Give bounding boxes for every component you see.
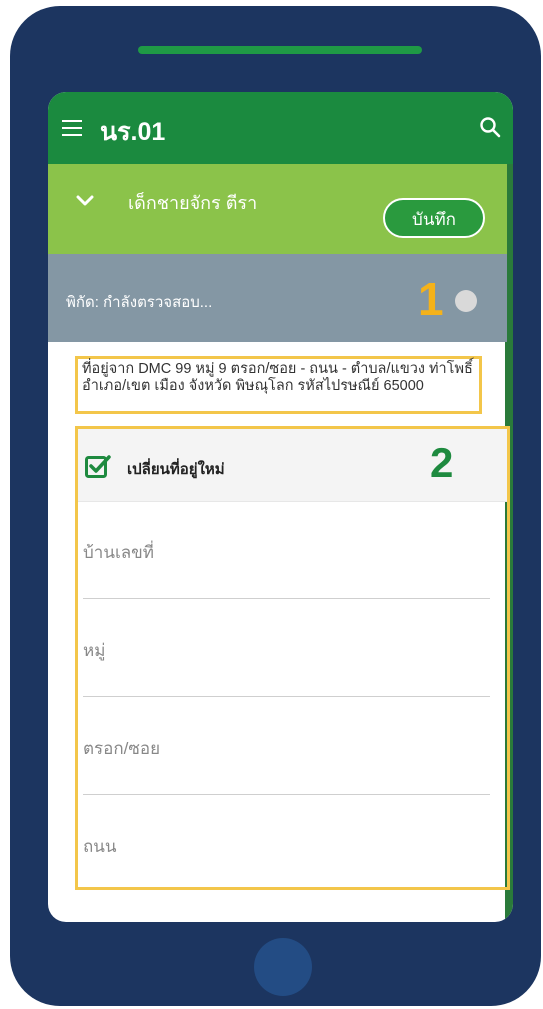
save-button[interactable]: บันทึก [383, 198, 485, 238]
location-status-bar: พิกัด: กำลังตรวจสอบ... 1 [48, 254, 507, 342]
house-number-placeholder: บ้านเลขที่ [83, 543, 155, 562]
home-button[interactable] [254, 938, 312, 996]
change-address-label: เปลี่ยนที่อยู่ใหม่ [127, 461, 225, 478]
dmc-address: ที่อยู่จาก DMC 99 หมู่ 9 ตรอก/ซอย - ถนน … [75, 356, 482, 414]
location-status-text: พิกัด: กำลังตรวจสอบ... [66, 294, 213, 311]
search-icon[interactable] [479, 116, 501, 138]
speaker-slot [138, 46, 422, 54]
annotation-number-2: 2 [430, 439, 454, 486]
status-dot-icon [455, 290, 477, 312]
new-address-form: เปลี่ยนที่อยู่ใหม่ 2 บ้านเลขที่ หมู่ ตรอ… [75, 426, 510, 890]
app-bar: นร.01 [48, 92, 513, 164]
soi-field[interactable]: ตรอก/ซอย [83, 697, 490, 795]
road-field[interactable]: ถนน [83, 795, 490, 892]
checkbox-checked-icon[interactable] [85, 454, 111, 478]
change-address-row[interactable]: เปลี่ยนที่อยู่ใหม่ 2 [78, 429, 507, 502]
student-header[interactable]: เด็กชายจักร ตีรา บันทึก [48, 164, 507, 254]
moo-field[interactable]: หมู่ [83, 599, 490, 697]
phone-frame: นร.01 เด็กชายจักร ตีรา บันทึก พิกัด: กำล… [10, 6, 541, 1006]
road-placeholder: ถนน [83, 837, 117, 856]
annotation-number-1: 1 [418, 273, 444, 325]
moo-placeholder: หมู่ [83, 641, 106, 660]
chevron-down-icon[interactable] [76, 192, 94, 210]
soi-placeholder: ตรอก/ซอย [83, 739, 161, 758]
house-number-field[interactable]: บ้านเลขที่ [83, 501, 490, 599]
app-screen: นร.01 เด็กชายจักร ตีรา บันทึก พิกัด: กำล… [48, 92, 513, 922]
menu-icon[interactable] [62, 120, 82, 136]
page-title: นร.01 [100, 118, 166, 146]
student-name: เด็กชายจักร ตีรา [128, 193, 258, 213]
